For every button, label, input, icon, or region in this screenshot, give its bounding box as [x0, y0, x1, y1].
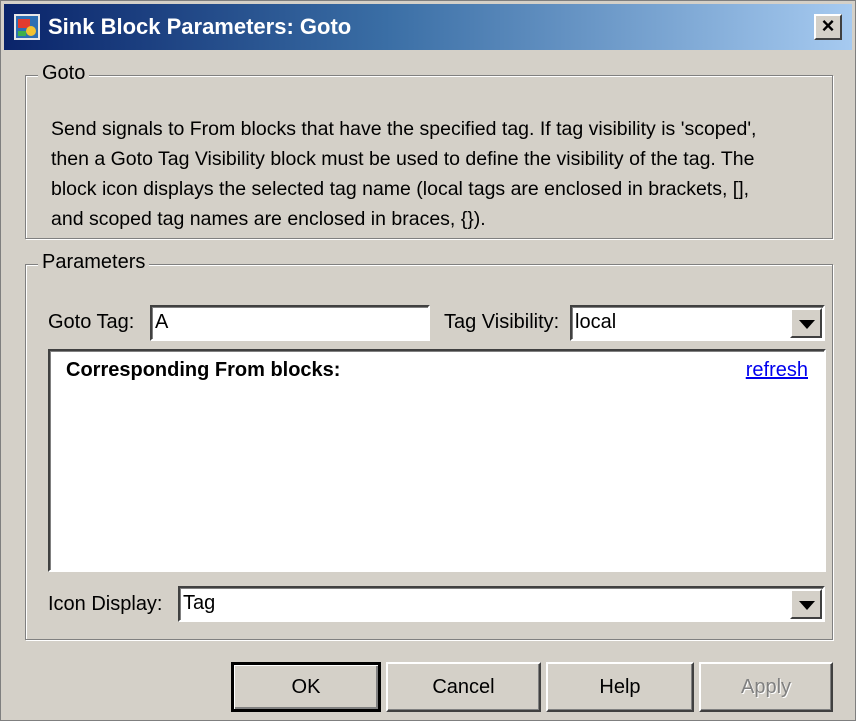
chevron-down-icon[interactable]	[790, 308, 822, 338]
ok-button[interactable]: OK	[231, 662, 381, 712]
icon-display-value: Tag	[183, 592, 216, 614]
icon-display-dropdown[interactable]: Tag	[178, 586, 825, 622]
block-description: Send signals to From blocks that have th…	[51, 118, 757, 230]
icon-display-label: Icon Display:	[48, 593, 163, 615]
from-blocks-panel: Corresponding From blocks: refresh	[48, 349, 826, 572]
tag-visibility-label: Tag Visibility:	[444, 311, 560, 333]
apply-button: Apply	[699, 662, 833, 712]
tag-visibility-value: local	[575, 311, 617, 333]
chevron-down-icon[interactable]	[790, 589, 822, 619]
parameters-group-legend: Parameters	[38, 251, 150, 274]
goto-groupbox: Goto Send signals to From blocks that ha…	[25, 62, 833, 239]
window-title: Sink Block Parameters: Goto	[48, 14, 352, 39]
parameters-groupbox: Parameters Goto Tag: A Tag Visibility: l…	[25, 251, 833, 640]
cancel-button[interactable]: Cancel	[386, 662, 541, 712]
dialog-window: Sink Block Parameters: Goto × Goto Send …	[0, 0, 856, 721]
goto-group-legend: Goto	[38, 62, 90, 85]
help-button[interactable]: Help	[546, 662, 694, 712]
close-button[interactable]: ×	[814, 14, 842, 40]
from-blocks-heading: Corresponding From blocks:	[66, 359, 341, 381]
goto-tag-input[interactable]: A	[150, 305, 430, 341]
simulink-block-icon	[14, 14, 40, 40]
close-icon: ×	[821, 13, 835, 38]
tag-visibility-dropdown[interactable]: local	[570, 305, 825, 341]
goto-tag-label: Goto Tag:	[48, 311, 135, 333]
title-bar[interactable]: Sink Block Parameters: Goto ×	[4, 4, 852, 50]
refresh-link[interactable]: refresh	[746, 359, 808, 382]
